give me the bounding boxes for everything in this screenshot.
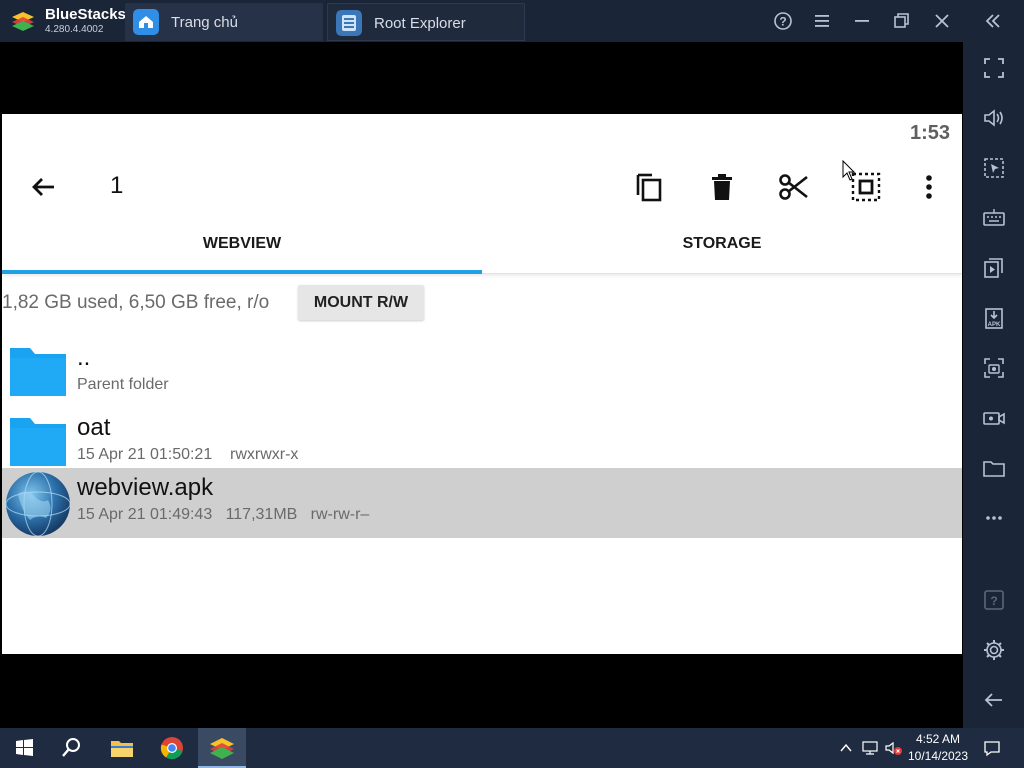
windows-taskbar: 4:52 AM 10/14/2023: [0, 728, 1024, 768]
folder-icon: [10, 418, 66, 466]
tab-root-explorer[interactable]: Root Explorer: [327, 3, 525, 41]
location-tabs: WEBVIEW STORAGE: [2, 218, 962, 274]
mount-rw-button[interactable]: MOUNT R/W: [298, 285, 424, 320]
keyboard-icon[interactable]: [981, 205, 1007, 231]
install-apk-icon[interactable]: APK: [981, 305, 1007, 331]
file-explorer-icon[interactable]: [108, 735, 136, 761]
collapse-sidebar-icon[interactable]: [980, 8, 1006, 34]
bluestacks-logo-icon: [12, 12, 34, 31]
pointer-mode-icon[interactable]: [981, 155, 1007, 181]
bluestacks-icon: [210, 738, 234, 759]
folder-icon[interactable]: [981, 455, 1007, 481]
taskbar-date: 10/14/2023: [907, 749, 969, 763]
app-name: BlueStacks: [45, 6, 126, 23]
tab-root-explorer-label: Root Explorer: [374, 15, 466, 32]
android-screen: 1:53 1 WEBVIEW STORAGE 1,82 GB used, 6,5…: [2, 114, 962, 654]
bluestacks-taskbar-button[interactable]: [198, 728, 246, 768]
minimize-icon[interactable]: [849, 8, 875, 34]
volume-muted-icon[interactable]: [884, 739, 904, 757]
file-meta: 15 Apr 21 01:49:43 117,31MB rw-rw-r–: [77, 506, 370, 523]
tab-home-label: Trang chủ: [171, 14, 238, 31]
file-meta: Parent folder: [77, 376, 169, 393]
globe-icon: [5, 471, 71, 537]
search-icon[interactable]: [58, 735, 86, 761]
svg-text:?: ?: [779, 15, 786, 29]
storage-info: 1,82 GB used, 6,50 GB free, r/o: [2, 292, 270, 313]
notifications-icon[interactable]: [982, 738, 1002, 758]
home-icon: [133, 9, 159, 35]
file-meta: 15 Apr 21 01:50:21 rwxrwxr-x: [77, 446, 299, 463]
restore-icon[interactable]: [889, 8, 915, 34]
svg-text:?: ?: [990, 594, 997, 608]
record-video-icon[interactable]: [981, 405, 1007, 431]
tab-home[interactable]: Trang chủ: [125, 3, 323, 41]
file-name: oat: [77, 414, 111, 441]
close-icon[interactable]: [929, 8, 955, 34]
overflow-menu-icon[interactable]: [912, 170, 946, 204]
chrome-icon[interactable]: [158, 735, 186, 761]
help-icon[interactable]: ?: [981, 587, 1007, 613]
file-row-webview-apk[interactable]: webview.apk 15 Apr 21 01:49:43 117,31MB …: [2, 468, 962, 538]
cut-icon[interactable]: [777, 170, 811, 204]
screenshot-icon[interactable]: [981, 355, 1007, 381]
volume-icon[interactable]: [981, 105, 1007, 131]
settings-gear-icon[interactable]: [981, 637, 1007, 663]
back-arrow-icon[interactable]: [981, 687, 1007, 713]
tab-storage[interactable]: STORAGE: [482, 218, 962, 274]
app-version: 4.280.4.4002: [45, 24, 104, 35]
copy-icon[interactable]: [632, 170, 666, 204]
folder-icon: [10, 348, 66, 396]
more-icon[interactable]: [981, 505, 1007, 531]
bluestacks-sidebar: APK ?: [963, 42, 1024, 728]
media-manager-icon[interactable]: [981, 255, 1007, 281]
taskbar-time: 4:52 AM: [915, 732, 961, 746]
menu-icon[interactable]: [809, 8, 835, 34]
network-icon[interactable]: [861, 739, 879, 757]
file-name: webview.apk: [77, 474, 214, 501]
windows-start-icon[interactable]: [10, 735, 38, 761]
chevron-up-icon[interactable]: [838, 740, 854, 756]
file-name: ..: [77, 344, 91, 371]
selection-action-bar: 1: [2, 154, 962, 218]
svg-text:APK: APK: [988, 322, 1001, 328]
selected-count: 1: [110, 172, 124, 199]
tab-webview[interactable]: WEBVIEW: [2, 218, 482, 274]
mouse-cursor-icon: [842, 160, 856, 181]
fullscreen-icon[interactable]: [981, 55, 1007, 81]
file-row-parent[interactable]: .. Parent folder: [2, 338, 962, 408]
delete-icon[interactable]: [705, 170, 739, 204]
root-explorer-icon: [336, 10, 362, 36]
bluestacks-titlebar: BlueStacks 4.280.4.4002 Trang chủ Root E…: [0, 0, 1024, 42]
active-tab-indicator: [2, 270, 482, 274]
help-icon[interactable]: ?: [770, 8, 796, 34]
status-clock: 1:53: [909, 122, 950, 144]
back-arrow-icon[interactable]: [28, 172, 58, 202]
